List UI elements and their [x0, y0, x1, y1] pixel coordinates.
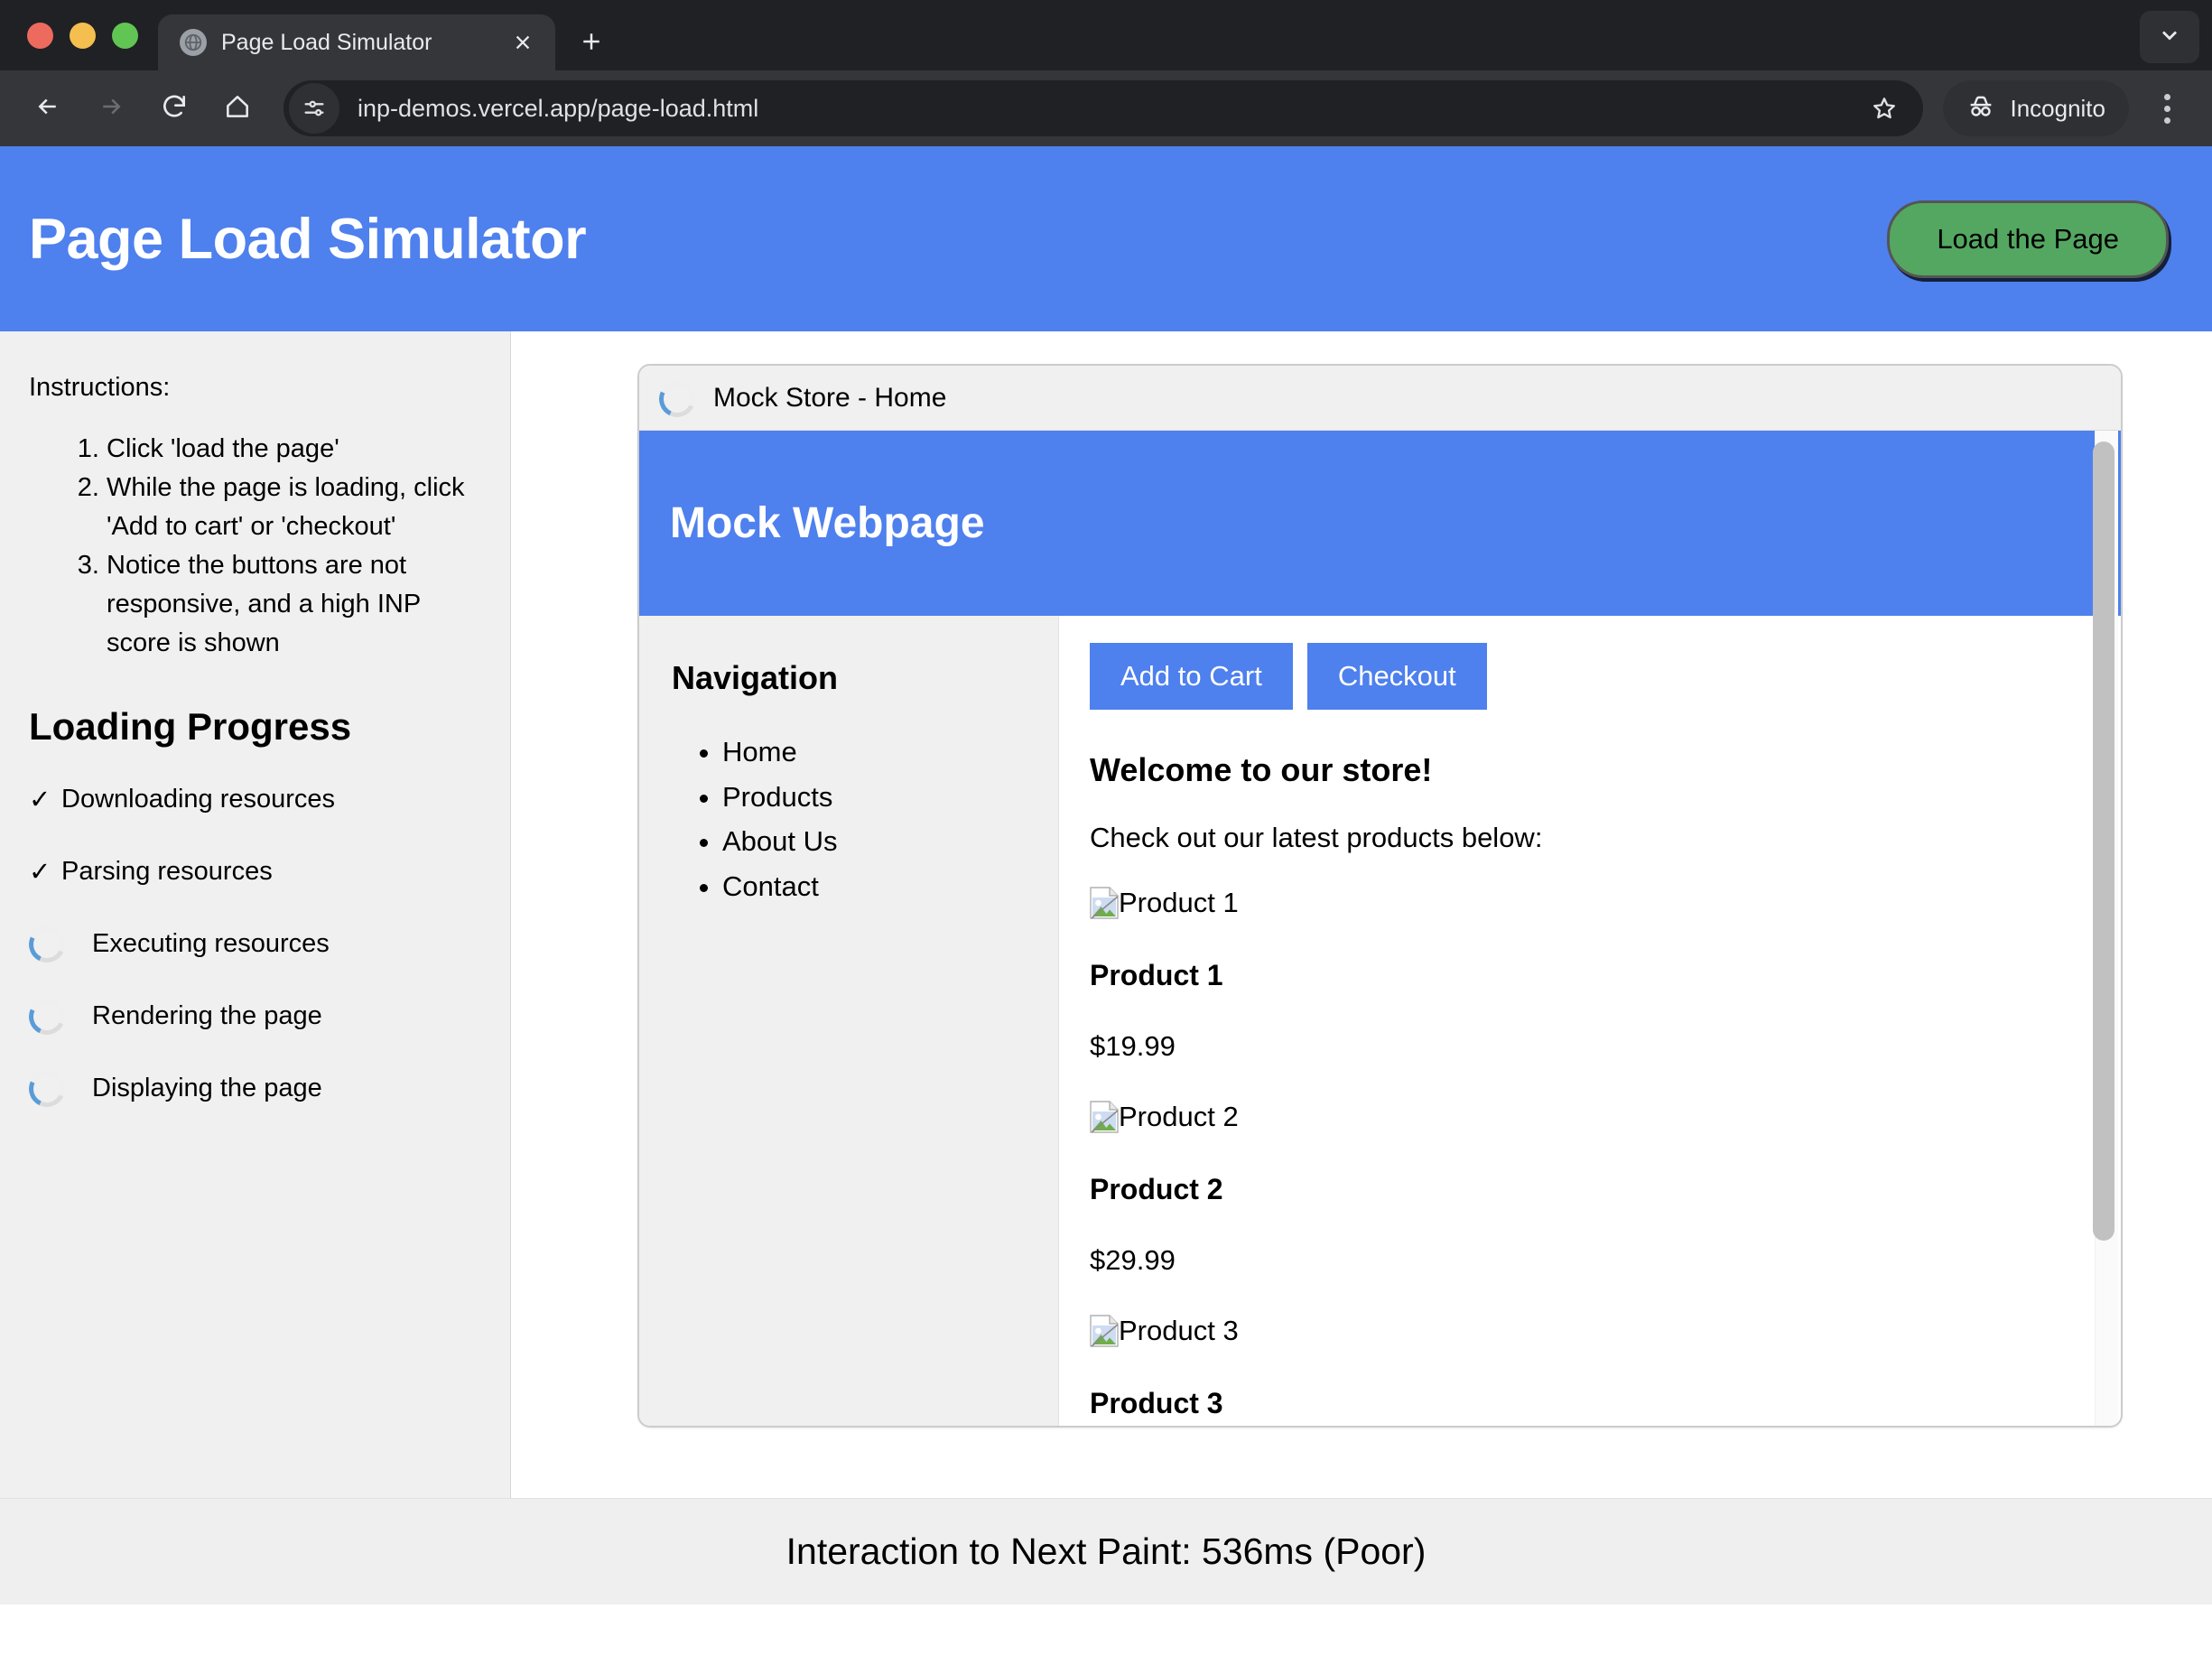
- arrow-right-icon: [98, 93, 125, 125]
- load-the-page-button[interactable]: Load the Page: [1887, 200, 2169, 278]
- address-bar[interactable]: inp-demos.vercel.app/page-load.html: [283, 80, 1924, 136]
- product-image-alt: Product 2: [1119, 1101, 1239, 1132]
- inp-status-text: Interaction to Next Paint: 536ms (Poor): [785, 1530, 1427, 1572]
- maximize-window-button[interactable]: [112, 23, 138, 49]
- loading-spinner-icon: [23, 993, 70, 1041]
- close-icon[interactable]: [507, 26, 539, 59]
- welcome-heading: Welcome to our store!: [1090, 751, 1433, 788]
- navigation-list: Home Products About Us Contact: [672, 730, 1058, 908]
- progress-item-rendering: Rendering the page: [23, 992, 481, 1041]
- check-icon: ✓: [29, 785, 51, 814]
- home-icon: [223, 92, 252, 126]
- mock-action-buttons: Add to Cart Checkout: [1090, 643, 2088, 710]
- forward-button[interactable]: [83, 80, 139, 136]
- page-title: Page Load Simulator: [29, 207, 587, 271]
- product-image-2: Product 2: [1090, 1101, 2088, 1133]
- product-name: Product 3: [1090, 1387, 1223, 1419]
- product-name: Product 2: [1090, 1173, 1223, 1205]
- mock-page-columns: Navigation Home Products About Us Contac…: [639, 616, 2121, 1426]
- loading-spinner-icon: [23, 1065, 70, 1113]
- browser-tab[interactable]: Page Load Simulator: [158, 14, 555, 70]
- progress-item-label: Displaying the page: [92, 1073, 322, 1102]
- add-to-cart-button[interactable]: Add to Cart: [1090, 643, 1293, 710]
- mock-scrollbar-track[interactable]: [2093, 431, 2118, 1426]
- nav-link-home[interactable]: Home: [722, 730, 1058, 775]
- mock-window-area: Mock Store - Home Mock Webpage Navigatio…: [511, 331, 2212, 1498]
- navigation-heading: Navigation: [672, 659, 839, 696]
- progress-item-label: Executing resources: [92, 928, 330, 958]
- broken-image-icon: [1090, 1101, 1119, 1133]
- nav-link-about-us[interactable]: About Us: [722, 819, 1058, 864]
- incognito-icon: [1966, 93, 1995, 125]
- mock-scroll-area: Mock Webpage Navigation Home Products Ab…: [639, 431, 2121, 1426]
- progress-item-label: Parsing resources: [61, 856, 273, 886]
- tune-icon[interactable]: [289, 83, 339, 134]
- nav-link-contact[interactable]: Contact: [722, 864, 1058, 909]
- progress-item-label: Downloading resources: [61, 784, 336, 814]
- nav-link-products[interactable]: Products: [722, 775, 1058, 820]
- product-image-alt: Product 3: [1119, 1315, 1239, 1346]
- chevron-down-icon: [2157, 23, 2182, 52]
- mock-browser-window: Mock Store - Home Mock Webpage Navigatio…: [637, 364, 2123, 1428]
- list-item: Notice the buttons are not responsive, a…: [107, 546, 481, 663]
- close-window-button[interactable]: [27, 23, 53, 49]
- checkout-button[interactable]: Checkout: [1306, 643, 1487, 710]
- progress-item-executing: Executing resources: [23, 920, 481, 969]
- progress-item-displaying: Displaying the page: [23, 1065, 481, 1113]
- broken-image-icon: [1090, 887, 1119, 919]
- kebab-menu-icon[interactable]: [2142, 80, 2192, 136]
- product-name: Product 1: [1090, 959, 1223, 991]
- intro-text: Check out our latest products below:: [1090, 822, 1543, 853]
- loading-progress-title: Loading Progress: [29, 705, 352, 749]
- mock-window-title: Mock Store - Home: [713, 382, 947, 413]
- globe-icon: [180, 29, 207, 56]
- tab-strip: Page Load Simulator: [0, 0, 2212, 70]
- instructions-list: Click 'load the page' While the page is …: [29, 430, 481, 662]
- browser-toolbar: inp-demos.vercel.app/page-load.html Inco…: [0, 70, 2212, 146]
- tab-title: Page Load Simulator: [221, 29, 432, 55]
- home-button[interactable]: [209, 80, 265, 136]
- product-image-alt: Product 1: [1119, 887, 1239, 918]
- mock-scrollbar-thumb[interactable]: [2093, 442, 2114, 1241]
- reload-icon: [160, 92, 189, 126]
- loading-spinner-icon: [654, 375, 701, 423]
- incognito-label: Incognito: [2010, 94, 2105, 122]
- minimize-window-button[interactable]: [70, 23, 96, 49]
- loading-spinner-icon: [23, 921, 70, 969]
- mock-main-content: Add to Cart Checkout Welcome to our stor…: [1059, 616, 2121, 1426]
- product-image-3: Product 3: [1090, 1315, 2088, 1347]
- list-item: Click 'load the page': [107, 430, 481, 469]
- window-traffic-lights: [0, 23, 158, 70]
- broken-image-icon: [1090, 1315, 1119, 1347]
- mock-window-titlebar: Mock Store - Home: [639, 366, 2121, 431]
- progress-item-downloading: ✓ Downloading resources: [29, 776, 481, 823]
- inp-status-bar: Interaction to Next Paint: 536ms (Poor): [0, 1498, 2212, 1605]
- arrow-left-icon: [34, 93, 61, 125]
- url-text: inp-demos.vercel.app/page-load.html: [358, 94, 759, 122]
- app-header: Page Load Simulator Load the Page: [0, 146, 2212, 331]
- mock-navigation-panel: Navigation Home Products About Us Contac…: [639, 616, 1059, 1426]
- mock-page-hero: Mock Webpage: [639, 431, 2121, 616]
- incognito-indicator[interactable]: Incognito: [1943, 80, 2129, 136]
- reload-button[interactable]: [146, 80, 202, 136]
- star-icon[interactable]: [1858, 82, 1910, 135]
- browser-window: Page Load Simulator inp-demos.vercel.app…: [0, 0, 2212, 1665]
- progress-item-parsing: ✓ Parsing resources: [29, 848, 481, 895]
- check-icon: ✓: [29, 857, 51, 887]
- mock-page-title: Mock Webpage: [670, 499, 985, 547]
- list-item: While the page is loading, click 'Add to…: [107, 469, 481, 546]
- product-price: $19.99: [1090, 1030, 1176, 1062]
- product-price: $29.99: [1090, 1244, 1176, 1276]
- instructions-sidebar: Instructions: Click 'load the page' Whil…: [0, 331, 511, 1498]
- page-viewport: Page Load Simulator Load the Page Instru…: [0, 146, 2212, 1665]
- new-tab-button[interactable]: [564, 14, 618, 69]
- app-body: Instructions: Click 'load the page' Whil…: [0, 331, 2212, 1498]
- mock-window-body: Mock Webpage Navigation Home Products Ab…: [639, 431, 2121, 1426]
- product-image-1: Product 1: [1090, 887, 2088, 919]
- back-button[interactable]: [20, 80, 76, 136]
- tab-search-button[interactable]: [2140, 11, 2199, 63]
- instructions-label: Instructions:: [29, 373, 171, 402]
- progress-item-label: Rendering the page: [92, 1000, 322, 1030]
